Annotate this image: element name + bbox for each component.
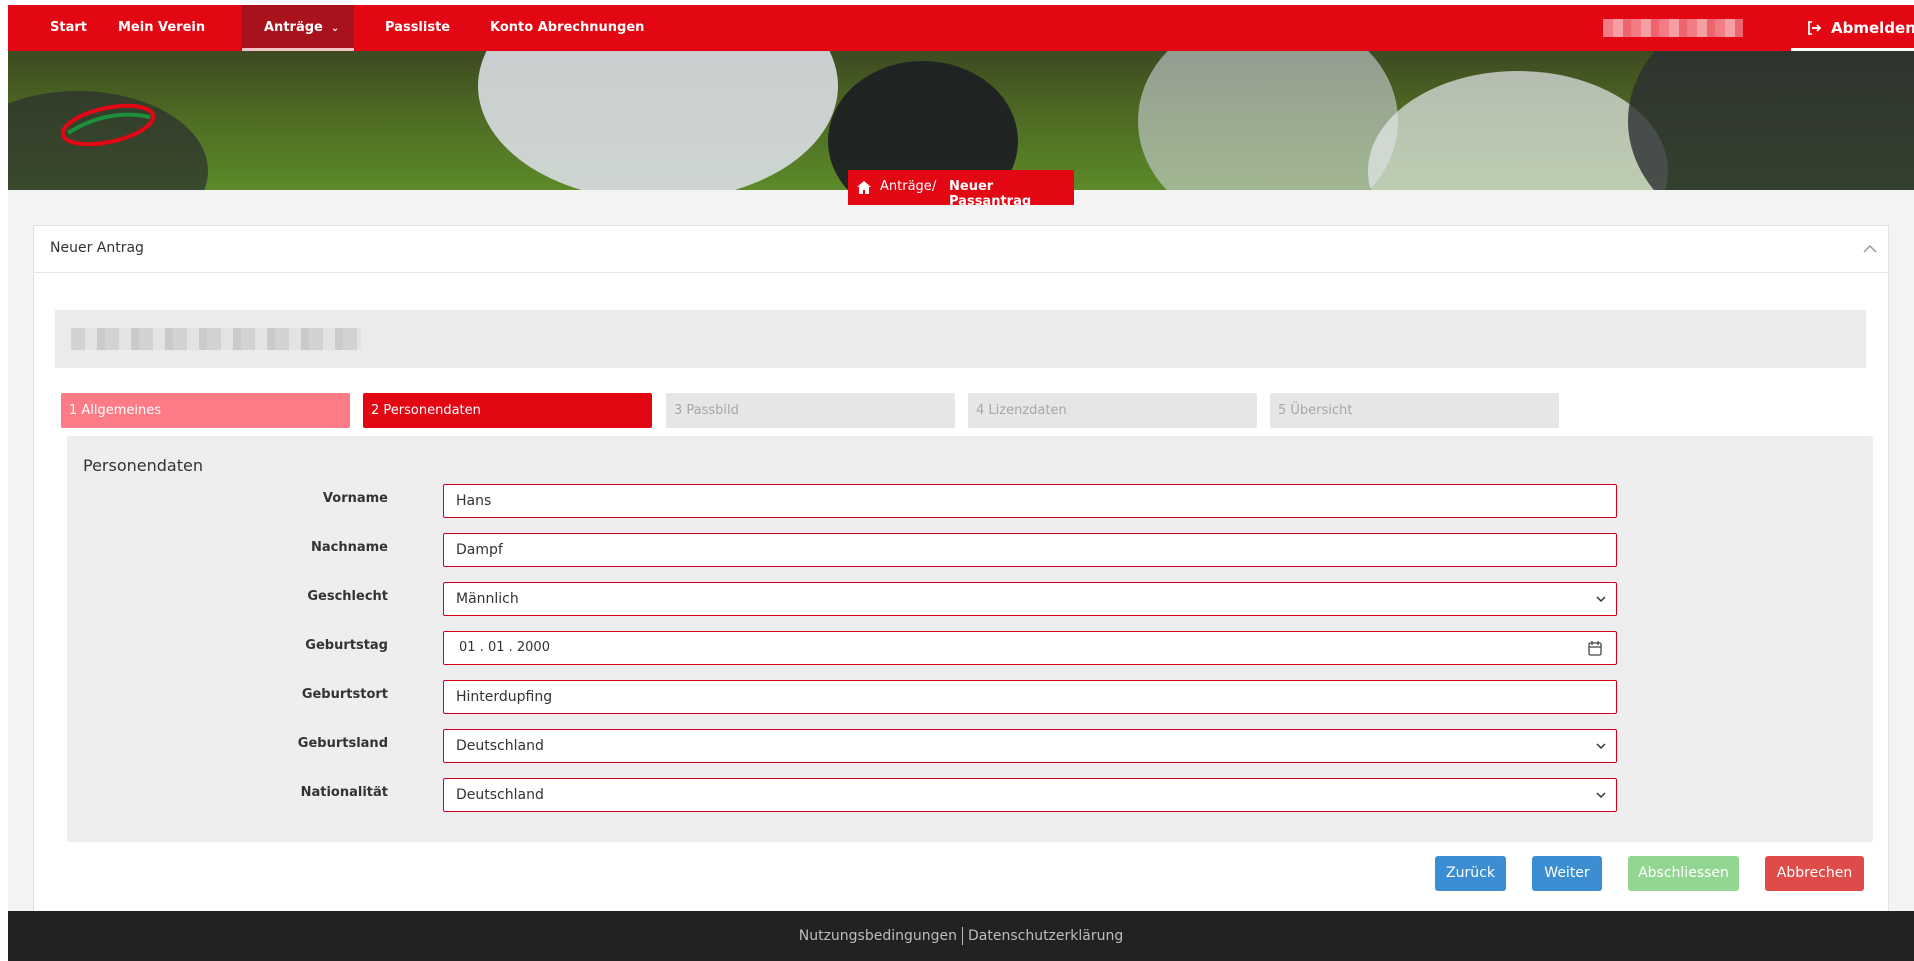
logout-label: Abmelden [1831,19,1914,37]
personal-data-panel: Personendaten Vorname Hans Nachname Damp… [67,436,1873,842]
home-icon[interactable] [856,180,872,195]
geschlecht-value: Männlich [456,591,519,607]
nav-item-mein-verein[interactable]: Mein Verein [118,5,205,51]
panel-title: Personendaten [83,456,203,475]
step-passbild[interactable]: 3 Passbild [666,393,955,428]
step-allgemeines[interactable]: 1 Allgemeines [61,393,350,428]
geburtsort-value: Hinterdupfing [456,689,553,705]
nav-item-antraege[interactable]: Anträge ⌄ [242,5,354,51]
step-lizenzdaten[interactable]: 4 Lizenzdaten [968,393,1257,428]
page: Start Mein Verein Anträge ⌄ Passliste Kon… [8,5,1914,961]
card-title: Neuer Antrag [50,240,144,256]
card-header[interactable]: Neuer Antrag [34,226,1888,273]
finish-button[interactable]: Abschliessen [1628,856,1739,891]
step-label: 3 Passbild [674,403,739,418]
chevron-up-icon[interactable] [1863,244,1877,254]
back-button[interactable]: Zurück [1435,856,1506,891]
breadcrumb: Anträge / Neuer Passantrag [848,170,1074,209]
step-personendaten[interactable]: 2 Personendaten [363,393,652,428]
new-application-card: Neuer Antrag 1 Allgemeines 2 Personendat… [33,225,1889,925]
cancel-button[interactable]: Abbrechen [1765,856,1864,891]
chevron-down-icon [1596,596,1606,603]
vorname-label: Vorname [322,491,388,506]
logout-button[interactable]: Abmelden [1791,5,1914,51]
step-label: 4 Lizenzdaten [976,403,1067,418]
breadcrumb-item-antraege[interactable]: Anträge [880,179,932,194]
step-label: 5 Übersicht [1278,403,1353,418]
breadcrumb-current: Neuer Passantrag [949,179,1032,209]
nav-item-label: Mein Verein [118,20,206,35]
geburtsort-label: Geburtstort [301,687,388,702]
vorname-input[interactable]: Hans [443,484,1617,518]
nav-item-label: Start [50,20,87,35]
afcvnrw-logo [60,103,156,147]
logout-icon [1808,21,1821,35]
geburtstag-date-input[interactable]: 01 . 01 . 2000 [443,631,1617,665]
nachname-input[interactable]: Dampf [443,533,1617,567]
top-navbar: Start Mein Verein Anträge ⌄ Passliste Kon… [8,5,1914,51]
step-label: 1 Allgemeines [69,403,162,418]
geschlecht-label: Geschlecht [307,589,388,604]
terms-link[interactable]: Nutzungsbedingungen [799,928,957,944]
geburtsland-value: Deutschland [456,738,544,754]
footer-divider [962,927,963,945]
nav-item-label: Konto Abrechnungen [490,20,645,35]
next-button[interactable]: Weiter [1532,856,1602,891]
club-info-redacted [55,310,1866,368]
geburtsland-label: Geburtsland [297,736,388,751]
step-uebersicht[interactable]: 5 Übersicht [1270,393,1559,428]
breadcrumb-separator: / [932,179,937,194]
nav-item-label: Passliste [385,20,451,35]
geburtstag-label: Geburtstag [305,638,388,653]
nationalitaet-label: Nationalität [300,785,388,800]
nav-item-passliste[interactable]: Passliste [385,5,450,51]
nachname-label: Nachname [310,540,388,555]
nationalitaet-value: Deutschland [456,787,544,803]
step-label: 2 Personendaten [371,403,481,418]
nav-item-start[interactable]: Start [50,5,87,51]
vorname-value: Hans [456,493,492,509]
calendar-icon[interactable] [1588,640,1602,656]
privacy-link[interactable]: Datenschutzerklärung [968,928,1123,944]
nav-item-label: Anträge [264,20,323,35]
user-name-redacted[interactable] [1603,19,1743,37]
chevron-down-icon: ⌄ [330,23,340,34]
nav-item-konto-abrechnungen[interactable]: Konto Abrechnungen [490,5,644,51]
chevron-down-icon [1596,743,1606,750]
geschlecht-select[interactable]: Männlich [443,582,1617,616]
geburtstag-value: 01 . 01 . 2000 [459,640,550,655]
chevron-down-icon [1596,792,1606,799]
nachname-value: Dampf [456,542,503,558]
footer-links: Nutzungsbedingungen Datenschutzerklärung [8,911,1914,961]
geburtsland-select[interactable]: Deutschland [443,729,1617,763]
footer: Nutzungsbedingungen Datenschutzerklärung [8,911,1914,961]
nationalitaet-select[interactable]: Deutschland [443,778,1617,812]
redacted-text [71,328,361,350]
geburtsort-input[interactable]: Hinterdupfing [443,680,1617,714]
